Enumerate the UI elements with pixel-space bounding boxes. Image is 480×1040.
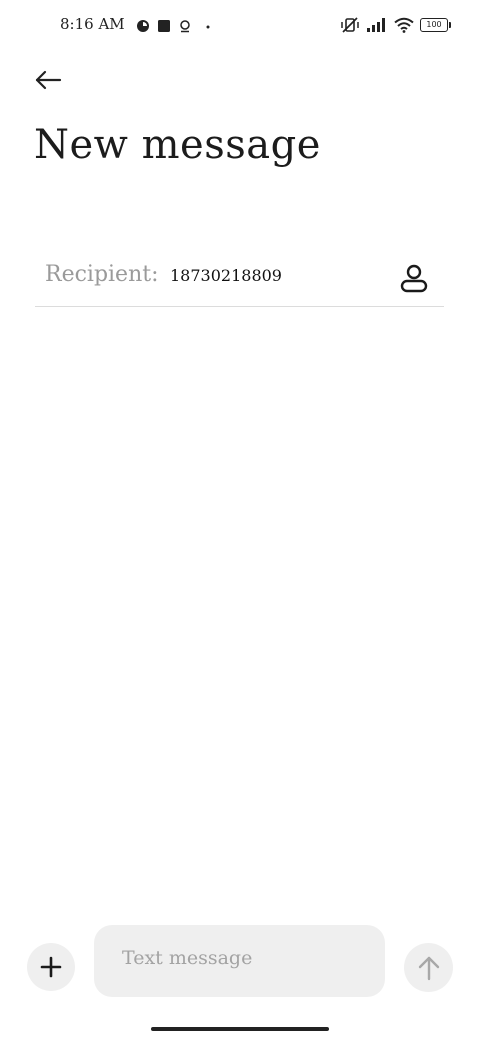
home-indicator[interactable] [151, 1027, 329, 1031]
recipient-input[interactable] [170, 266, 370, 285]
recipient-row: Recipient: [35, 250, 444, 307]
status-time: 8:16 AM [60, 15, 125, 33]
status-bar: 8:16 AM 100 [0, 0, 480, 54]
add-attachment-button[interactable] [27, 943, 75, 991]
plus-icon [40, 956, 62, 978]
status-system-icons: 100 [340, 16, 451, 34]
recipient-label: Recipient: [45, 262, 159, 287]
message-compose-box[interactable] [94, 925, 385, 997]
square-notification-icon [158, 20, 170, 32]
message-input[interactable] [122, 947, 362, 969]
arrow-up-icon [418, 956, 439, 980]
vibrate-off-icon [341, 17, 359, 33]
person-icon [400, 264, 428, 293]
page-title: New message [34, 122, 321, 168]
back-button[interactable] [28, 62, 68, 98]
location-notification-icon [180, 20, 190, 33]
app-notification-icon [137, 20, 149, 32]
battery-level: 100 [426, 20, 442, 29]
more-dot-icon [206, 25, 210, 29]
status-notification-icons [136, 19, 213, 33]
battery-icon: 100 [420, 18, 451, 32]
choose-contact-button[interactable] [398, 262, 430, 296]
wifi-icon [394, 17, 414, 33]
send-button[interactable] [404, 943, 453, 992]
signal-icon [367, 18, 385, 32]
arrow-left-icon [35, 70, 62, 90]
